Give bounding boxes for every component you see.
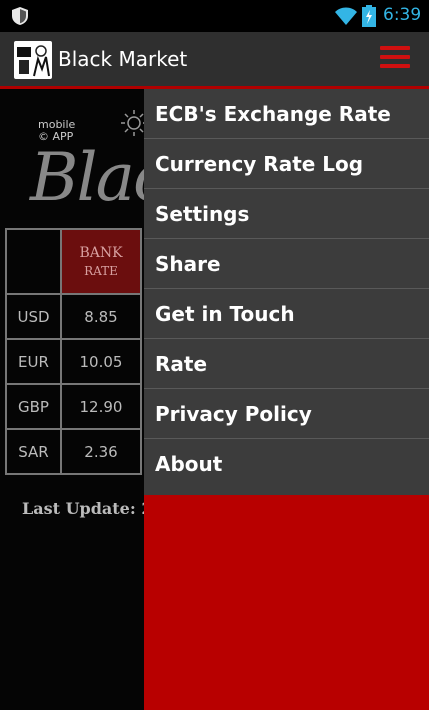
bank-rate-value: 2.36 (60, 428, 142, 475)
status-bar: 6:39 (0, 0, 429, 32)
rates-table: BANK RATE USD 8.85 EUR 10.05 GBP 12.90 S… (5, 228, 142, 475)
app-logo-icon[interactable] (14, 41, 52, 79)
menu-item-settings[interactable]: Settings (144, 189, 429, 239)
table-header-row: BANK RATE (5, 228, 142, 295)
menu-item-get-in-touch[interactable]: Get in Touch (144, 289, 429, 339)
table-row: EUR 10.05 (5, 338, 142, 385)
menu-item-privacy-policy[interactable]: Privacy Policy (144, 389, 429, 439)
menu-item-rate[interactable]: Rate (144, 339, 429, 389)
menu-item-ecb-exchange-rate[interactable]: ECB's Exchange Rate (144, 89, 429, 139)
currency-code: USD (5, 293, 62, 340)
status-time: 6:39 (383, 5, 422, 25)
bank-rate-value: 8.85 (60, 293, 142, 340)
battery-charging-icon (362, 5, 376, 27)
wifi-icon (335, 7, 357, 25)
bank-rate-value: 10.05 (60, 338, 142, 385)
hamburger-menu-icon[interactable] (380, 46, 410, 72)
currency-code: GBP (5, 383, 62, 430)
menu-item-share[interactable]: Share (144, 239, 429, 289)
action-bar: Black Market (0, 32, 429, 88)
menu-item-about[interactable]: About (144, 439, 429, 488)
shield-icon (12, 7, 28, 25)
navigation-drawer: ECB's Exchange Rate Currency Rate Log Se… (144, 89, 429, 710)
app-title: Black Market (58, 47, 188, 71)
table-row: SAR 2.36 (5, 428, 142, 475)
bank-rate-header: BANK RATE (60, 228, 142, 295)
currency-code: SAR (5, 428, 62, 475)
currency-code: EUR (5, 338, 62, 385)
table-row: USD 8.85 (5, 293, 142, 340)
bank-rate-value: 12.90 (60, 383, 142, 430)
drawer-menu-list: ECB's Exchange Rate Currency Rate Log Se… (144, 89, 429, 495)
table-header-cell (5, 228, 62, 295)
menu-item-currency-rate-log[interactable]: Currency Rate Log (144, 139, 429, 189)
table-row: GBP 12.90 (5, 383, 142, 430)
last-update-text: Last Update: 2 (22, 499, 153, 518)
